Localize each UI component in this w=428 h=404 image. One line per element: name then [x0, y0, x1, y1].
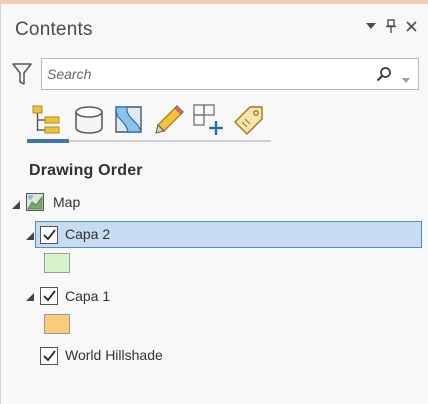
pane-controls: [364, 18, 418, 34]
chevron-down-icon[interactable]: [364, 18, 378, 34]
map-expand-triangle-icon[interactable]: [11, 197, 21, 209]
list-view-toolbar: [27, 100, 271, 144]
map-label[interactable]: Map: [53, 194, 80, 210]
filter-icon[interactable]: [12, 62, 32, 86]
world-hillshade-visibility-checkbox[interactable]: [40, 347, 58, 365]
list-by-selection-icon[interactable]: [111, 100, 147, 140]
pane-title: Contents: [15, 19, 93, 40]
contents-pane: Contents Search Drawing Order Map Capa 2…: [0, 4, 428, 404]
map-icon: [26, 193, 44, 211]
search-options-chevron-icon[interactable]: [402, 71, 410, 83]
list-by-drawing-order-icon[interactable]: [29, 100, 65, 140]
capa-2-label[interactable]: Capa 2: [65, 226, 110, 242]
search-icon[interactable]: [376, 66, 392, 82]
search-input[interactable]: [47, 64, 367, 84]
capa-2-visibility-checkbox[interactable]: [40, 226, 58, 244]
capa-2-expand-triangle-icon[interactable]: [25, 228, 35, 240]
list-by-data-source-icon[interactable]: [71, 100, 107, 140]
list-by-snapping-icon[interactable]: [191, 100, 227, 140]
pin-icon[interactable]: [384, 18, 398, 34]
list-by-labeling-icon[interactable]: [231, 100, 267, 140]
close-icon[interactable]: [404, 18, 418, 34]
capa-1-label[interactable]: Capa 1: [65, 288, 110, 304]
section-heading: Drawing Order: [29, 162, 143, 179]
world-hillshade-label[interactable]: World Hillshade: [65, 347, 163, 363]
capa-1-symbol-swatch[interactable]: [44, 314, 70, 334]
capa-1-expand-triangle-icon[interactable]: [25, 289, 35, 301]
list-by-editing-icon[interactable]: [151, 100, 187, 140]
capa-2-symbol-swatch[interactable]: [44, 253, 70, 273]
active-view-indicator: [27, 139, 69, 143]
capa-1-visibility-checkbox[interactable]: [40, 287, 58, 305]
search-field: [41, 58, 419, 90]
